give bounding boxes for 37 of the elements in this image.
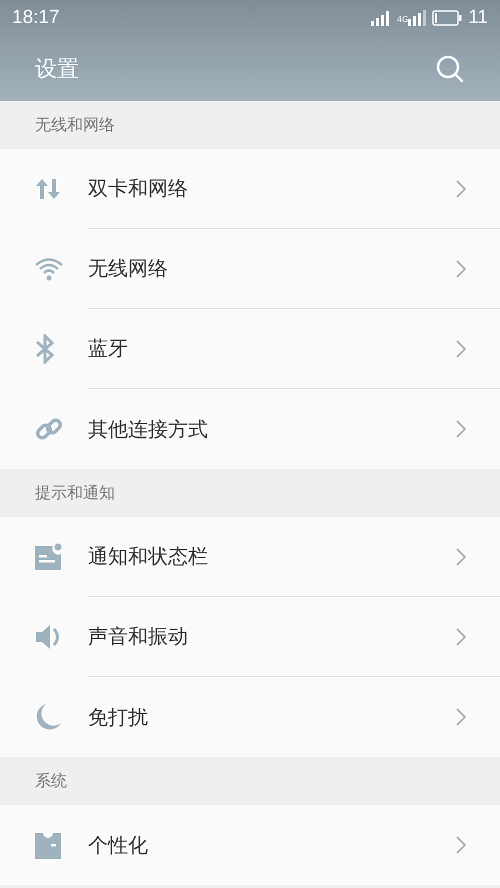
settings-item[interactable]: 无线网络 — [0, 229, 500, 309]
status-time: 18:17 — [12, 7, 60, 29]
settings-item[interactable]: 声音和振动 — [0, 597, 500, 677]
settings-item[interactable]: 蓝牙 — [0, 309, 500, 389]
item-label: 无线网络 — [88, 255, 168, 282]
item-label: 声音和振动 — [88, 623, 188, 650]
chevron-icon — [456, 708, 466, 726]
settings-item[interactable]: 其他连接方式 — [0, 389, 500, 469]
item-label: 免打扰 — [88, 704, 148, 730]
settings-item[interactable]: 免打扰 — [0, 677, 500, 757]
chevron-icon — [456, 260, 466, 278]
page-title: 设置 — [35, 56, 79, 84]
item-label: 通知和状态栏 — [88, 543, 208, 570]
battery-level: 11 — [468, 7, 488, 29]
chevron-icon — [456, 836, 466, 854]
notification-icon — [34, 543, 62, 571]
item-label: 蓝牙 — [88, 335, 128, 362]
bluetooth-icon — [34, 334, 56, 364]
battery-icon — [432, 10, 462, 26]
item-label: 个性化 — [88, 832, 148, 858]
settings-item[interactable]: 个性化 — [0, 805, 500, 885]
settings-item[interactable]: 双卡和网络 — [0, 149, 500, 229]
shirt-icon — [34, 830, 62, 860]
chevron-icon — [456, 548, 466, 566]
chevron-icon — [456, 420, 466, 438]
chevron-icon — [456, 628, 466, 646]
chevron-icon — [456, 180, 466, 198]
settings-item[interactable]: 通知和状态栏 — [0, 517, 500, 597]
item-label: 双卡和网络 — [88, 175, 188, 202]
moon-icon — [34, 703, 62, 731]
network-type: 4G — [396, 15, 408, 24]
item-label: 其他连接方式 — [88, 416, 208, 442]
wifi-icon — [34, 257, 64, 281]
chevron-icon — [456, 340, 466, 358]
arrows-icon — [34, 177, 62, 201]
search-icon[interactable] — [436, 54, 464, 82]
signal-icon — [408, 10, 428, 26]
